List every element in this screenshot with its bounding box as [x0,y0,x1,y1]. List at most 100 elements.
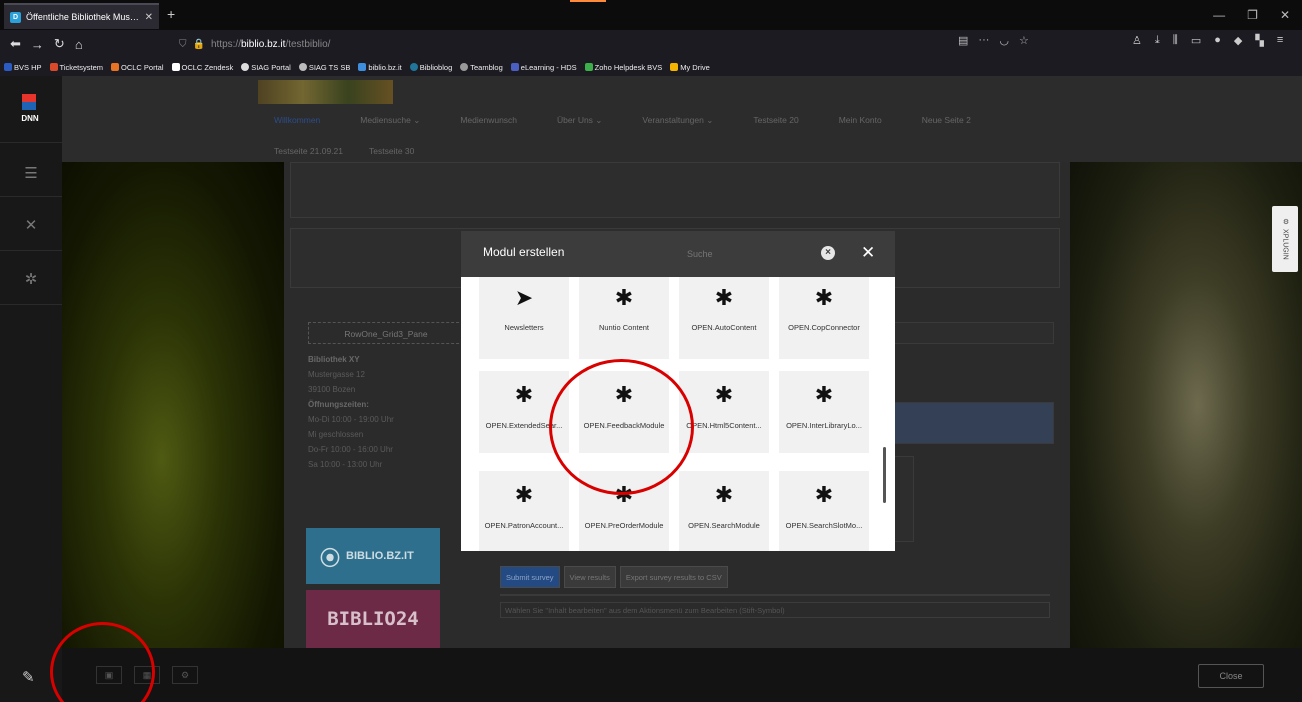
svg-text:DNN: DNN [21,114,39,123]
library-name: Bibliothek XY [308,355,360,364]
favicon-icon: D [10,11,21,23]
maximize-button[interactable]: ❐ [1247,8,1258,22]
url-path: /testbiblio/ [285,38,331,50]
module-tile[interactable]: ✱ OPEN.AutoContent [679,277,769,359]
dialog-title: Modul erstellen [483,245,565,259]
shield-icon: ⛉ [179,38,187,50]
menu-item-testseite-30[interactable]: Testseite 30 [369,146,414,156]
module-grid-scrollbar[interactable] [883,447,886,503]
module-label: OPEN.PreOrderModule [584,521,664,530]
extension3-icon[interactable]: ▚ [1255,34,1263,47]
minimize-button[interactable]: — [1213,8,1225,22]
bookmark-item[interactable]: Biblioblog [409,63,452,72]
main-menu: Willkommen Mediensuche ⌄ Medienwunsch Üb… [274,115,971,126]
module-tile[interactable]: ✱ OPEN.InterLibraryLo... [779,371,869,453]
secondary-menu: Testseite 21.09.21 Testseite 30 [274,146,414,156]
clear-search-icon[interactable]: × [821,246,835,260]
biblio-bz-logo[interactable]: ⦿ BIBLIO.BZ.IT [306,528,440,584]
close-edit-button[interactable]: Close [1198,664,1264,688]
module-tile[interactable]: ✱ Nuntio Content [579,277,669,359]
reader-view-icon[interactable]: ▤ [958,34,968,47]
tab-close-icon[interactable]: ✕ [145,12,153,23]
window-close-button[interactable]: ✕ [1280,8,1290,22]
paper-plane-icon: ➤ [514,285,534,310]
bookmark-item[interactable]: SIAG Portal [241,63,291,72]
forward-icon[interactable]: → [31,37,44,52]
biblio24-logo[interactable]: BIBLIO24 [306,590,440,648]
library-city: 39100 Bozen [308,385,356,394]
url-prefix: https:// [210,38,241,50]
hours-line: Do-Fr 10:00 - 16:00 Uhr [308,445,393,454]
reload-icon[interactable]: ↻ [54,36,65,52]
pocket-icon[interactable]: ◡ [999,34,1009,47]
menu-item-medienwunsch[interactable]: Medienwunsch [460,115,517,126]
bookmark-item[interactable]: OCLC Portal [111,63,164,72]
module-tile[interactable]: ✱ OPEN.SearchModule [679,471,769,551]
pane-label: RowOne_Grid3_Pane [308,322,464,344]
menu-item-mein-konto[interactable]: Mein Konto [839,115,882,126]
bookmark-star-icon[interactable]: ☆ [1019,34,1029,47]
puzzle-icon: ✱ [814,382,834,407]
library-street: Mustergasse 12 [308,370,365,379]
settings-icon[interactable]: ✲ [22,270,40,288]
bookmark-item[interactable]: Zoho Helpdesk BVS [584,63,662,72]
bookmark-item[interactable]: My Drive [670,63,710,72]
menu-item-ueber-uns[interactable]: Über Uns ⌄ [557,115,602,126]
bookmark-item[interactable]: Teamblog [460,63,503,72]
edit-hint: Wählen Sie "Inhalt bearbeiten" aus dem A… [500,602,1050,618]
divider [0,250,62,251]
home-icon[interactable]: ⌂ [75,37,83,52]
page-settings-icon[interactable]: ⚙ [172,666,198,684]
module-tile[interactable]: ➤ Newsletters [479,277,569,359]
extension-icon[interactable]: ● [1214,34,1221,47]
module-label: Newsletters [504,323,544,332]
tools-icon[interactable]: ✕ [22,216,40,234]
dialog-header: Modul erstellen × ✕ [461,231,895,277]
menu-icon[interactable]: ≡ [1277,34,1283,47]
view-results-button[interactable]: View results [563,566,616,588]
menu-item-testseite-20[interactable]: Testseite 20 [753,115,798,126]
menu-item-neue-seite-2[interactable]: Neue Seite 2 [922,115,971,126]
extension2-icon[interactable]: ◆ [1234,34,1242,47]
menu-item-testseite-21[interactable]: Testseite 21.09.21 [274,146,343,156]
close-icon[interactable]: ✕ [861,243,875,263]
url-bar[interactable]: ⛉ 🔒 https://biblio.bz.it/testbiblio/ [175,34,1040,54]
content-icon[interactable]: ☰ [22,164,40,182]
site-header: Willkommen Mediensuche ⌄ Medienwunsch Üb… [62,76,1302,162]
module-search-input[interactable] [687,243,791,265]
library-icon[interactable]: ⫼ [1173,34,1178,47]
module-label: OPEN.CopConnector [788,323,860,332]
bookmark-item[interactable]: OCLC Zendesk [171,63,233,72]
divider [0,304,62,305]
menu-item-veranstaltungen[interactable]: Veranstaltungen ⌄ [642,115,713,126]
edit-pencil-icon[interactable]: ✎ [22,668,35,686]
background-image-right [1070,162,1302,702]
puzzle-icon: ✱ [714,482,734,507]
survey-buttons: Submit survey View results Export survey… [500,566,728,588]
bookmark-item[interactable]: eLearning - HDS [510,63,577,72]
account-icon[interactable]: ♙ [1132,34,1142,47]
puzzle-icon: ✱ [814,482,834,507]
new-tab-button[interactable]: + [167,6,175,22]
sidebar-icon[interactable]: ▭ [1191,34,1201,47]
navigation-bar: ⬅ → ↻ ⌂ ⛉ 🔒 https://biblio.bz.it/testbib… [0,30,1302,58]
submit-survey-button[interactable]: Submit survey [500,566,560,588]
bookmark-item[interactable]: Ticketsystem [49,63,103,72]
menu-item-willkommen[interactable]: Willkommen [274,115,320,126]
back-icon[interactable]: ⬅ [10,36,21,52]
header-banner-image [258,80,393,104]
bookmark-item[interactable]: biblio.bz.it [358,63,402,72]
xplugin-tab[interactable]: ⚙ XPLUGIN [1272,206,1298,272]
page-actions-icon[interactable]: ··· [978,34,989,47]
module-tile[interactable]: ✱ OPEN.PatronAccount... [479,471,569,551]
menu-item-mediensuche[interactable]: Mediensuche ⌄ [360,115,420,126]
module-tile[interactable]: ✱ OPEN.CopConnector [779,277,869,359]
download-icon[interactable]: ⤓ [1155,34,1160,47]
hours-line: Sa 10:00 - 13:00 Uhr [308,460,383,469]
bookmark-item[interactable]: SIAG TS SB [298,63,350,72]
bookmark-item[interactable]: BVS HP [4,63,42,72]
browser-tab[interactable]: D Öffentliche Bibliothek Musterh ✕ [4,3,159,29]
module-tile[interactable]: ✱ OPEN.SearchSlotMo... [779,471,869,551]
dnn-logo-icon[interactable]: DNN [18,94,42,124]
export-csv-button[interactable]: Export survey results to CSV [619,566,728,588]
